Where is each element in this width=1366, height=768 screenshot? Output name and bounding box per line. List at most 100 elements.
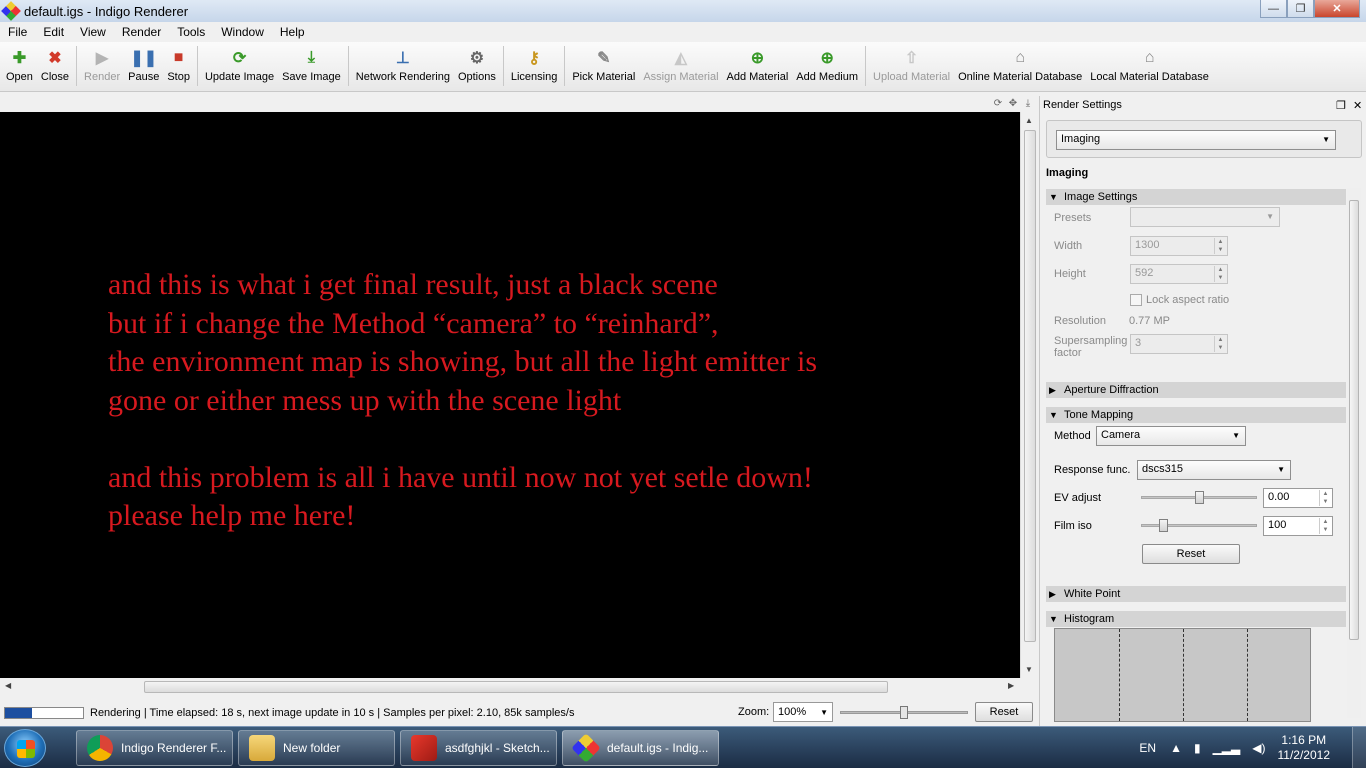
taskbar-item-chrome[interactable]: Indigo Renderer F...: [76, 730, 233, 766]
ev-adjust-slider[interactable]: [1141, 491, 1257, 504]
slider-handle[interactable]: [1159, 519, 1168, 532]
film-iso-slider[interactable]: [1141, 519, 1257, 532]
fit-icon[interactable]: ✥: [1007, 98, 1019, 110]
width-spinbox[interactable]: 1300 ▲ ▼: [1130, 236, 1228, 256]
tone-mapping-reset-button[interactable]: Reset: [1142, 544, 1240, 564]
stop-button[interactable]: ■ Stop: [163, 42, 194, 90]
taskbar-item-indigo[interactable]: default.igs - Indig...: [562, 730, 719, 766]
spin-arrows-icon[interactable]: ▲ ▼: [1214, 266, 1226, 282]
battery-icon[interactable]: ▮: [1194, 741, 1201, 755]
menu-tools[interactable]: Tools: [169, 25, 213, 39]
pick-material-button[interactable]: ✎ Pick Material: [568, 42, 639, 90]
eyedropper-icon: ✎: [597, 50, 611, 67]
float-icon[interactable]: ❐: [1336, 97, 1346, 115]
menu-help[interactable]: Help: [272, 25, 313, 39]
minimize-button[interactable]: —: [1260, 0, 1287, 18]
add-material-button[interactable]: ⊕ Add Material: [723, 42, 793, 90]
sketchup-icon: [411, 735, 437, 761]
lock-aspect-checkbox[interactable]: [1130, 294, 1142, 306]
plus-icon: ✚: [12, 50, 27, 67]
annotation-line: but if i change the Method “camera” to “…: [108, 306, 719, 340]
settings-scrollbar[interactable]: [1347, 188, 1361, 718]
taskbar-item-folder[interactable]: New folder: [238, 730, 395, 766]
toolbar-separator: [347, 46, 349, 86]
annotation-line: the environment map is showing, but all …: [108, 345, 818, 378]
online-material-database-button[interactable]: ⌂ Online Material Database: [954, 42, 1086, 90]
spin-arrows-icon[interactable]: ▲ ▼: [1214, 336, 1226, 352]
save-image-button[interactable]: ⤓ Save Image: [278, 42, 345, 90]
show-hidden-icons-icon[interactable]: ▲: [1170, 741, 1182, 755]
histogram-display: [1054, 628, 1311, 722]
rotate-icon[interactable]: ⟳: [992, 98, 1004, 110]
scrollbar-thumb[interactable]: [1349, 200, 1359, 640]
histogram-marker: [1183, 629, 1184, 721]
zoom-slider[interactable]: [840, 706, 968, 719]
slider-handle[interactable]: [900, 706, 908, 719]
zoom-select[interactable]: 100% ▼: [773, 702, 833, 722]
clock-date: 11/2/2012: [1277, 747, 1331, 762]
resolution-label: Resolution: [1054, 315, 1106, 327]
clock[interactable]: 1:16 PM 11/2/2012: [1278, 733, 1331, 763]
scrollbar-thumb[interactable]: [1024, 130, 1036, 642]
taskbar-item-sketchup[interactable]: asdfghjkl - Sketch...: [400, 730, 557, 766]
supersampling-spinbox[interactable]: 3 ▲ ▼: [1130, 334, 1228, 354]
network-rendering-button[interactable]: ⊥ Network Rendering: [352, 42, 454, 90]
scroll-right-arrow-icon[interactable]: ▶: [1008, 681, 1014, 690]
toolbar-separator: [196, 46, 198, 86]
histogram-header[interactable]: ▼ Histogram: [1046, 611, 1346, 627]
response-func-select[interactable]: dscs315 ▼: [1137, 460, 1291, 480]
annotation-line: gone or either mess up with the scene li…: [108, 383, 622, 417]
viewport-horizontal-scrollbar[interactable]: ◀ ▶: [0, 678, 1020, 696]
add-medium-button[interactable]: ⊕ Add Medium: [792, 42, 862, 90]
reset-zoom-button[interactable]: Reset: [975, 702, 1033, 722]
menu-file[interactable]: File: [0, 25, 35, 39]
menu-render[interactable]: Render: [114, 25, 169, 39]
section-heading: Imaging: [1046, 167, 1089, 179]
method-select[interactable]: Camera ▼: [1096, 426, 1246, 446]
menu-edit[interactable]: Edit: [35, 25, 72, 39]
supersampling-label-2: factor: [1054, 347, 1082, 359]
spin-arrows-icon[interactable]: ▲ ▼: [1319, 518, 1331, 534]
height-spinbox[interactable]: 592 ▲ ▼: [1130, 264, 1228, 284]
assign-material-button[interactable]: ◭ Assign Material: [639, 42, 722, 90]
upload-material-button[interactable]: ⇧ Upload Material: [869, 42, 954, 90]
scrollbar-thumb[interactable]: [144, 681, 888, 693]
scroll-down-icon[interactable]: ⤓: [1022, 98, 1034, 110]
viewport-vertical-scrollbar[interactable]: ▲ ▼: [1020, 112, 1038, 678]
image-settings-header[interactable]: ▼ Image Settings: [1046, 189, 1346, 205]
menu-window[interactable]: Window: [213, 25, 272, 39]
local-material-database-button[interactable]: ⌂ Local Material Database: [1086, 42, 1213, 90]
presets-select[interactable]: ▼: [1130, 207, 1280, 227]
white-point-header[interactable]: ▶ White Point: [1046, 586, 1346, 602]
pause-button[interactable]: ❚❚ Pause: [124, 42, 163, 90]
folder-icon: [249, 735, 275, 761]
close-icon[interactable]: ✕: [1353, 97, 1362, 115]
ev-adjust-spinbox[interactable]: 0.00 ▲ ▼: [1263, 488, 1333, 508]
spin-arrows-icon[interactable]: ▲ ▼: [1319, 490, 1331, 506]
scroll-down-arrow-icon[interactable]: ▼: [1025, 665, 1033, 674]
start-button[interactable]: [4, 729, 46, 767]
scroll-left-arrow-icon[interactable]: ◀: [5, 681, 11, 690]
render-button[interactable]: ▶ Render: [80, 42, 124, 90]
triangle-down-icon: ▼: [1049, 614, 1058, 624]
film-iso-spinbox[interactable]: 100 ▲ ▼: [1263, 516, 1333, 536]
signal-icon[interactable]: ▁▂▃: [1213, 741, 1241, 755]
maximize-button[interactable]: ❐: [1287, 0, 1314, 18]
volume-icon[interactable]: ◀): [1252, 741, 1265, 755]
tone-mapping-header[interactable]: ▼ Tone Mapping: [1046, 407, 1346, 423]
aperture-diffraction-header[interactable]: ▶ Aperture Diffraction: [1046, 382, 1346, 398]
menu-view[interactable]: View: [72, 25, 114, 39]
mode-select[interactable]: Imaging ▼: [1056, 130, 1336, 150]
show-desktop-button[interactable]: [1352, 727, 1366, 768]
slider-handle[interactable]: [1195, 491, 1204, 504]
spin-arrows-icon[interactable]: ▲ ▼: [1214, 238, 1226, 254]
update-image-button[interactable]: ⟳ Update Image: [201, 42, 278, 90]
close-button[interactable]: ✖ Close: [37, 42, 73, 90]
language-indicator[interactable]: EN: [1139, 741, 1156, 755]
options-button[interactable]: ⚙ Options: [454, 42, 500, 90]
open-button[interactable]: ✚ Open: [2, 42, 37, 90]
width-label: Width: [1054, 240, 1083, 252]
close-window-button[interactable]: ✕: [1314, 0, 1360, 18]
licensing-button[interactable]: ⚷ Licensing: [507, 42, 561, 90]
scroll-up-arrow-icon[interactable]: ▲: [1025, 116, 1033, 125]
